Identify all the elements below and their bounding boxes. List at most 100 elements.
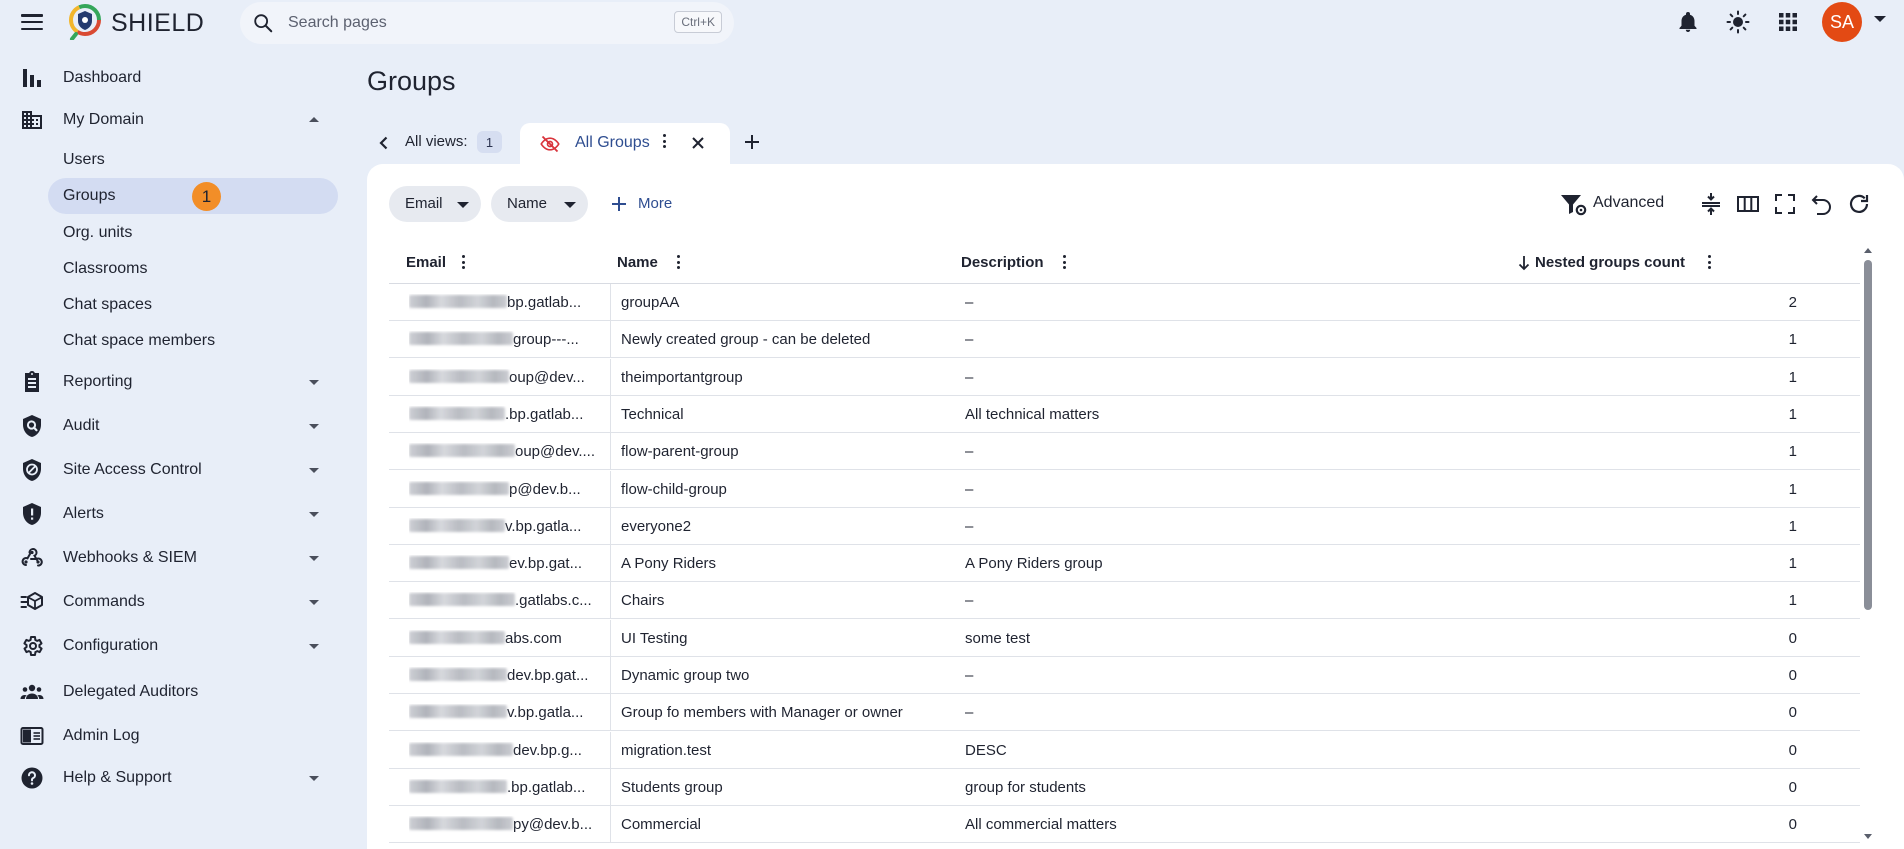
- sidebar-subitem-chat-spaces[interactable]: Chat spaces: [48, 287, 338, 323]
- expand-caret-icon[interactable]: [309, 644, 319, 649]
- sidebar-item-configuration[interactable]: Configuration: [0, 628, 340, 664]
- account-menu-caret-icon[interactable]: [1874, 16, 1886, 22]
- expand-caret-icon[interactable]: [309, 424, 319, 429]
- expand-caret-icon[interactable]: [309, 556, 319, 561]
- sort-descending-arrow-icon[interactable]: [1518, 255, 1530, 271]
- cell-name: UI Testing: [621, 629, 688, 647]
- redacted-email-prefix: [409, 593, 515, 607]
- cell-email-text: v.bp.gatla...: [507, 704, 584, 722]
- undo-icon[interactable]: [1810, 192, 1834, 216]
- cell-name: migration.test: [621, 741, 712, 759]
- sidebar-item-delegated-auditors[interactable]: Delegated Auditors: [0, 674, 340, 710]
- sidebar-item-label: My Domain: [63, 111, 144, 128]
- cell-name: flow-parent-group: [621, 443, 739, 461]
- cell-name: groupAA: [621, 294, 680, 311]
- expand-caret-icon[interactable]: [309, 600, 319, 605]
- table-scrollbar[interactable]: [1862, 244, 1874, 849]
- filter-chip-email[interactable]: Email: [389, 186, 481, 222]
- scroll-up-arrow-icon[interactable]: [1864, 248, 1872, 253]
- sidebar-item-my-domain[interactable]: My Domain: [0, 102, 340, 138]
- column-header-name[interactable]: Name: [617, 254, 658, 271]
- table-row[interactable]: v.bp.gatla... Group fo members with Manag…: [389, 694, 1860, 732]
- table-row[interactable]: py@dev.b... Commercial All commercial matt…: [389, 806, 1860, 844]
- cell-email-text: bp.gatlab...: [507, 294, 582, 311]
- expand-caret-icon[interactable]: [309, 468, 319, 473]
- scrollbar-thumb[interactable]: [1864, 260, 1872, 610]
- more-filters-button[interactable]: More: [606, 186, 706, 222]
- cell-email-text: .bp.gatlab...: [507, 778, 586, 796]
- column-divider: [610, 619, 611, 657]
- redacted-email-prefix: [409, 369, 509, 383]
- expand-caret-icon[interactable]: [309, 380, 319, 385]
- shield-check-icon: [23, 459, 41, 481]
- sidebar-item-site-access-control[interactable]: Site Access Control: [0, 452, 340, 488]
- sidebar-item-audit[interactable]: Audit: [0, 408, 340, 444]
- add-tab-plus-icon[interactable]: [742, 132, 762, 152]
- table-row[interactable]: .bp.gatlab... Students group group for stu…: [389, 768, 1860, 806]
- sidebar-item-webhooks-siem[interactable]: Webhooks & SIEM: [0, 540, 340, 576]
- search-input[interactable]: [288, 11, 648, 35]
- sidebar-subitem-users[interactable]: Users: [48, 142, 338, 178]
- tab-all-groups[interactable]: All Groups: [520, 123, 730, 165]
- filter-chip-name[interactable]: Name: [491, 186, 588, 222]
- column-menu-kebab-icon[interactable]: [1062, 255, 1066, 271]
- column-divider: [610, 284, 611, 321]
- search-bar[interactable]: Ctrl+K: [240, 2, 734, 44]
- table-row[interactable]: ev.bp.gat... A Pony Riders A Pony Riders g…: [389, 545, 1860, 583]
- expand-caret-icon[interactable]: [309, 512, 319, 517]
- column-menu-kebab-icon[interactable]: [676, 255, 680, 271]
- tab-options-kebab-icon[interactable]: [662, 134, 666, 150]
- sidebar-subitem-groups[interactable]: Groups 1: [48, 178, 338, 214]
- advanced-filter-button[interactable]: Advanced: [1558, 186, 1668, 222]
- audit-icon: [23, 415, 41, 437]
- density-icon[interactable]: [1699, 192, 1723, 216]
- redacted-email-prefix: [409, 779, 507, 793]
- sidebar-subitem-classrooms[interactable]: Classrooms: [48, 251, 338, 287]
- columns-icon[interactable]: [1736, 192, 1760, 216]
- fullscreen-icon[interactable]: [1773, 192, 1797, 216]
- cell-description: –: [965, 667, 974, 684]
- user-avatar[interactable]: SA: [1822, 2, 1862, 42]
- sidebar-item-help-support[interactable]: Help & Support: [0, 760, 340, 796]
- all-views-label[interactable]: All views:: [405, 133, 468, 150]
- table-row[interactable]: bp.gatlab... groupAA – 2: [389, 284, 1860, 321]
- brightness-icon[interactable]: [1726, 10, 1750, 34]
- sidebar-item-dashboard[interactable]: Dashboard: [0, 60, 340, 96]
- column-header-nested-groups-count[interactable]: Nested groups count: [1535, 254, 1685, 271]
- sidebar-subitem-chat-space-members[interactable]: Chat space members: [48, 323, 338, 359]
- collapse-caret-icon[interactable]: [309, 117, 319, 122]
- table-row[interactable]: v.bp.gatla... everyone2 – 1: [389, 507, 1860, 545]
- close-icon[interactable]: [690, 135, 706, 151]
- people-icon: [20, 684, 44, 699]
- table-row[interactable]: .gatlabs.c... Chairs – 1: [389, 582, 1860, 620]
- table-row[interactable]: dev.bp.gat... Dynamic group two – 0: [389, 657, 1860, 694]
- table-row[interactable]: oup@dev... theimportantgroup – 1: [389, 358, 1860, 396]
- table-row[interactable]: dev.bp.g... migration.test DESC 0: [389, 731, 1860, 769]
- column-menu-kebab-icon[interactable]: [1707, 255, 1711, 271]
- sidebar-item-reporting[interactable]: Reporting: [0, 364, 340, 400]
- refresh-icon[interactable]: [1847, 192, 1871, 216]
- bell-icon[interactable]: [1676, 10, 1700, 34]
- sidebar-item-alerts[interactable]: Alerts: [0, 496, 340, 532]
- expand-caret-icon[interactable]: [309, 776, 319, 781]
- column-divider: [610, 582, 611, 620]
- table-row[interactable]: group---... Newly created group - can be …: [389, 321, 1860, 359]
- sidebar-subitem-org-units[interactable]: Org. units: [48, 215, 338, 251]
- sidebar-item-admin-log[interactable]: Admin Log: [0, 718, 340, 754]
- apps-grid-icon[interactable]: [1776, 10, 1800, 34]
- column-menu-kebab-icon[interactable]: [461, 255, 465, 271]
- table-row[interactable]: .bp.gatlab... Technical All technical matt…: [389, 395, 1860, 433]
- redacted-email-prefix: [409, 668, 507, 681]
- table-row[interactable]: abs.com UI Testing some test 0: [389, 619, 1860, 657]
- cell-nested-groups-count: 0: [1788, 667, 1797, 684]
- column-header-email[interactable]: Email: [406, 254, 446, 271]
- menu-icon[interactable]: [20, 11, 44, 33]
- column-header-description[interactable]: Description: [961, 254, 1044, 271]
- column-divider: [610, 694, 611, 732]
- table-row[interactable]: p@dev.b... flow-child-group – 1: [389, 470, 1860, 508]
- chevron-left-icon[interactable]: [377, 136, 391, 150]
- table-row[interactable]: oup@dev.... flow-parent-group – 1: [389, 433, 1860, 471]
- scroll-down-arrow-icon[interactable]: [1864, 834, 1872, 839]
- cell-email: oup@dev...: [409, 369, 609, 386]
- sidebar-item-commands[interactable]: Commands: [0, 584, 340, 620]
